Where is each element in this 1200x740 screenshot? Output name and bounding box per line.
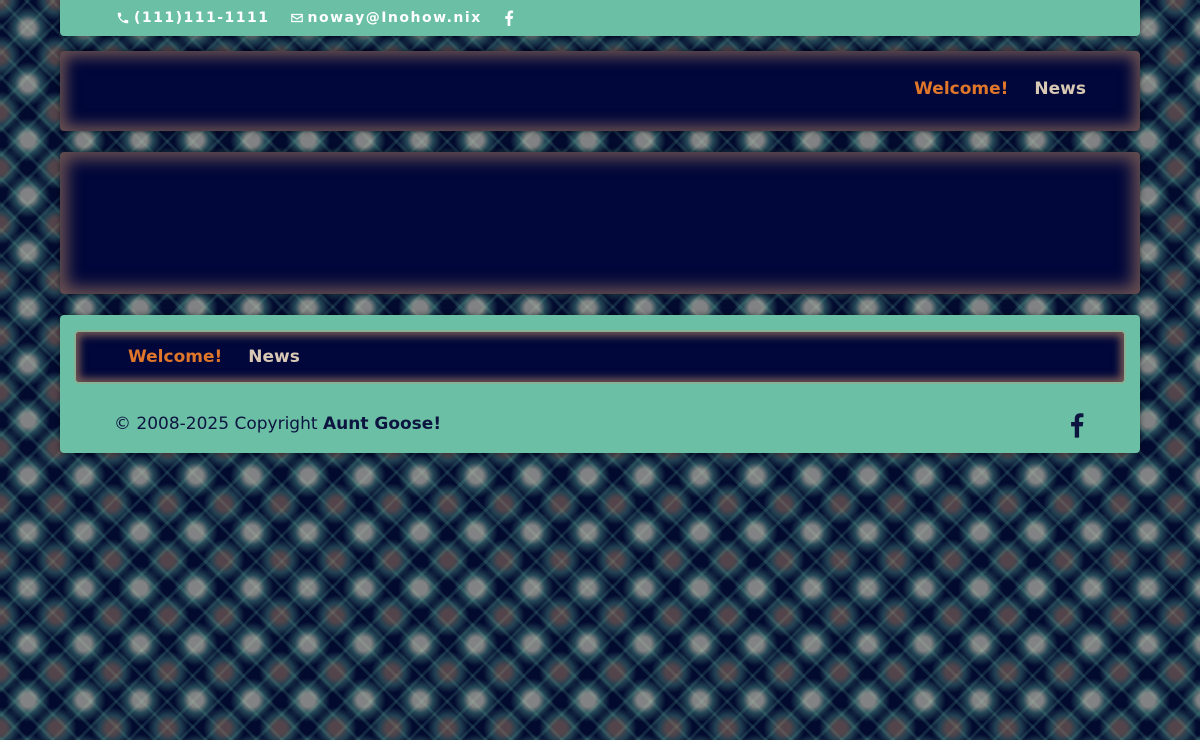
email-contact[interactable]: noway@Inohow.nix (290, 10, 482, 26)
copyright-prefix: © 2008-2025 Copyright (114, 414, 323, 434)
phone-contact[interactable]: (111)111-1111 (116, 10, 270, 26)
email-address: noway@Inohow.nix (307, 10, 482, 26)
footer-nav: Welcome! News (76, 332, 1124, 382)
footer-nav-item-news[interactable]: News (248, 347, 300, 367)
copyright-brand: Aunt Goose! (322, 414, 442, 434)
phone-icon (116, 11, 130, 25)
footer-nav-item-welcome[interactable]: Welcome! (128, 347, 222, 367)
nav-item-welcome[interactable]: Welcome! (914, 79, 1008, 99)
phone-number: (111)111-1111 (134, 10, 270, 26)
hero-panel (60, 152, 1140, 294)
facebook-icon[interactable] (1070, 412, 1084, 438)
top-info-bar: (111)111-1111 noway@Inohow.nix (60, 0, 1140, 36)
facebook-icon[interactable] (504, 10, 514, 26)
site-header: Welcome! News (60, 51, 1140, 131)
main-nav: Welcome! News (914, 79, 1086, 99)
envelope-icon (290, 11, 304, 25)
copyright-text: © 2008-2025 Copyright Aunt Goose! (114, 414, 441, 434)
site-footer: Welcome! News © 2008-2025 Copyright Aunt… (60, 315, 1140, 453)
nav-item-news[interactable]: News (1034, 79, 1086, 99)
